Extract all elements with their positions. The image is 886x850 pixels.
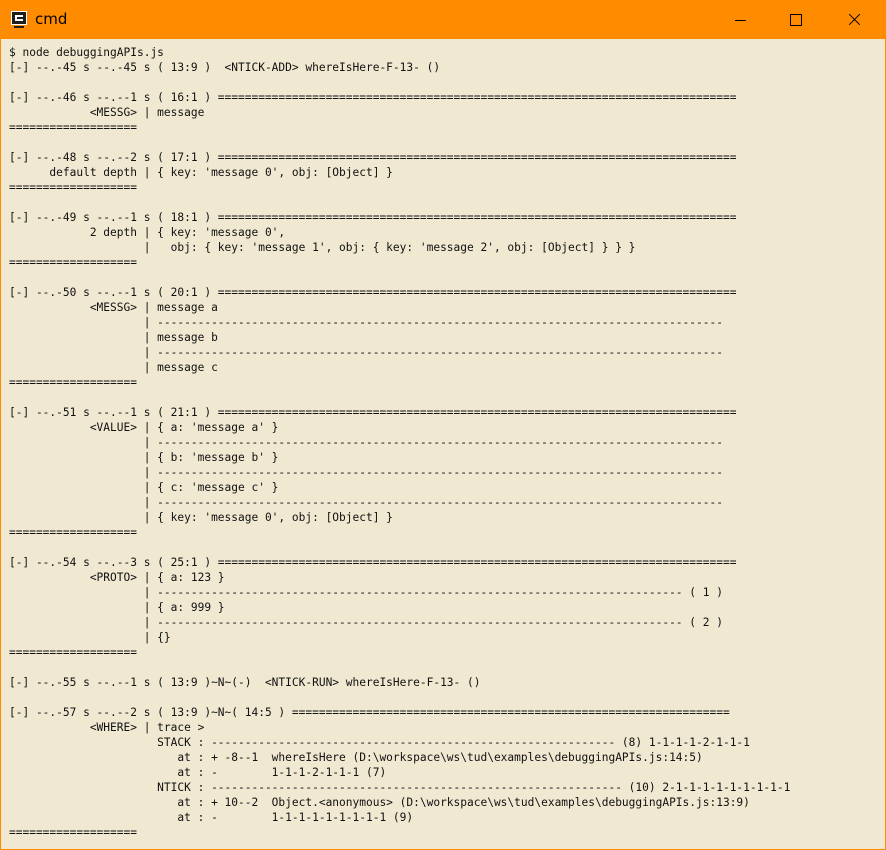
- console-line: [-] --.-50 s --.--1 s ( 20:1 ) =========…: [9, 286, 737, 299]
- console-line: | message c: [9, 361, 218, 374]
- console-line: NTICK : --------------------------------…: [9, 781, 791, 794]
- console-line: ===================: [9, 526, 137, 539]
- console-line: [-] --.-54 s --.--3 s ( 25:1 ) =========…: [9, 556, 737, 569]
- console-line: ===================: [9, 256, 137, 269]
- console-line: [-] --.-57 s --.--2 s ( 13:9 )~N~( 14:5 …: [9, 706, 730, 719]
- console-line: <VALUE> | { a: 'message a' }: [9, 421, 279, 434]
- console-output[interactable]: $ node debuggingAPIs.js [-] --.-45 s --.-…: [9, 45, 881, 845]
- console-line: ===================: [9, 121, 137, 134]
- console-line: | obj: { key: 'message 1', obj: { key: '…: [9, 241, 636, 254]
- console-line: | { b: 'message b' }: [9, 451, 279, 464]
- console-line: <MESSG> | message: [9, 106, 205, 119]
- console-line: | --------------------------------------…: [9, 316, 723, 329]
- console-line: [-] --.-49 s --.--1 s ( 18:1 ) =========…: [9, 211, 737, 224]
- terminal-icon: [11, 11, 27, 28]
- console-line: | {}: [9, 631, 171, 644]
- console-line: [-] --.-48 s --.--2 s ( 17:1 ) =========…: [9, 151, 737, 164]
- console-line: default depth | { key: 'message 0', obj:…: [9, 166, 393, 179]
- console-line: | --------------------------------------…: [9, 496, 723, 509]
- title-bar[interactable]: cmd: [1, 1, 885, 39]
- console-line: [-] --.-55 s --.--1 s ( 13:9 )~N~(-) <NT…: [9, 676, 481, 689]
- console-line: | --------------------------------------…: [9, 346, 723, 359]
- console-line: | { a: 999 }: [9, 601, 225, 614]
- console-line: at : + -8--1 whereIsHere (D:\workspace\w…: [9, 751, 703, 764]
- console-line: $ node debuggingAPIs.js: [9, 46, 164, 59]
- console-line: <WHERE> | trace >: [9, 721, 205, 734]
- window-title: cmd: [35, 10, 68, 28]
- console-line: ===================: [9, 181, 137, 194]
- console-line: | --------------------------------------…: [9, 436, 723, 449]
- console-line: [-] --.-51 s --.--1 s ( 21:1 ) =========…: [9, 406, 737, 419]
- close-icon: [847, 13, 861, 27]
- console-line: | { c: 'message c' }: [9, 481, 279, 494]
- maximize-icon: [790, 14, 802, 26]
- console-line: at : - 1-1-1-2-1-1-1 (7): [9, 766, 387, 779]
- console-line: 2 depth | { key: 'message 0',: [9, 226, 286, 239]
- console-line: ===================: [9, 376, 137, 389]
- console-line: ===================: [9, 646, 137, 659]
- minimize-button[interactable]: [717, 1, 763, 39]
- cmd-window: cmd $ node debuggingAPIs.js [-] --.-45 s …: [0, 0, 886, 850]
- console-line: [-] --.-46 s --.--1 s ( 16:1 ) =========…: [9, 91, 737, 104]
- console-line: ===================: [9, 826, 137, 839]
- console-line: | --------------------------------------…: [9, 616, 723, 629]
- console-line: | --------------------------------------…: [9, 586, 723, 599]
- console-line: | --------------------------------------…: [9, 466, 723, 479]
- minimize-icon: [734, 19, 746, 21]
- console-line: | { key: 'message 0', obj: [Object] }: [9, 511, 393, 524]
- console-line: <MESSG> | message a: [9, 301, 218, 314]
- console-line: at : - 1-1-1-1-1-1-1-1-1 (9): [9, 811, 414, 824]
- console-line: at : + 10--2 Object.<anonymous> (D:\work…: [9, 796, 750, 809]
- console-line: [-] --.-45 s --.-45 s ( 13:9 ) <NTICK-AD…: [9, 61, 441, 74]
- maximize-button[interactable]: [773, 1, 819, 39]
- console-line: | message b: [9, 331, 218, 344]
- console-line: STACK : --------------------------------…: [9, 736, 750, 749]
- close-button[interactable]: [831, 1, 877, 39]
- console-line: <PROTO> | { a: 123 }: [9, 571, 225, 584]
